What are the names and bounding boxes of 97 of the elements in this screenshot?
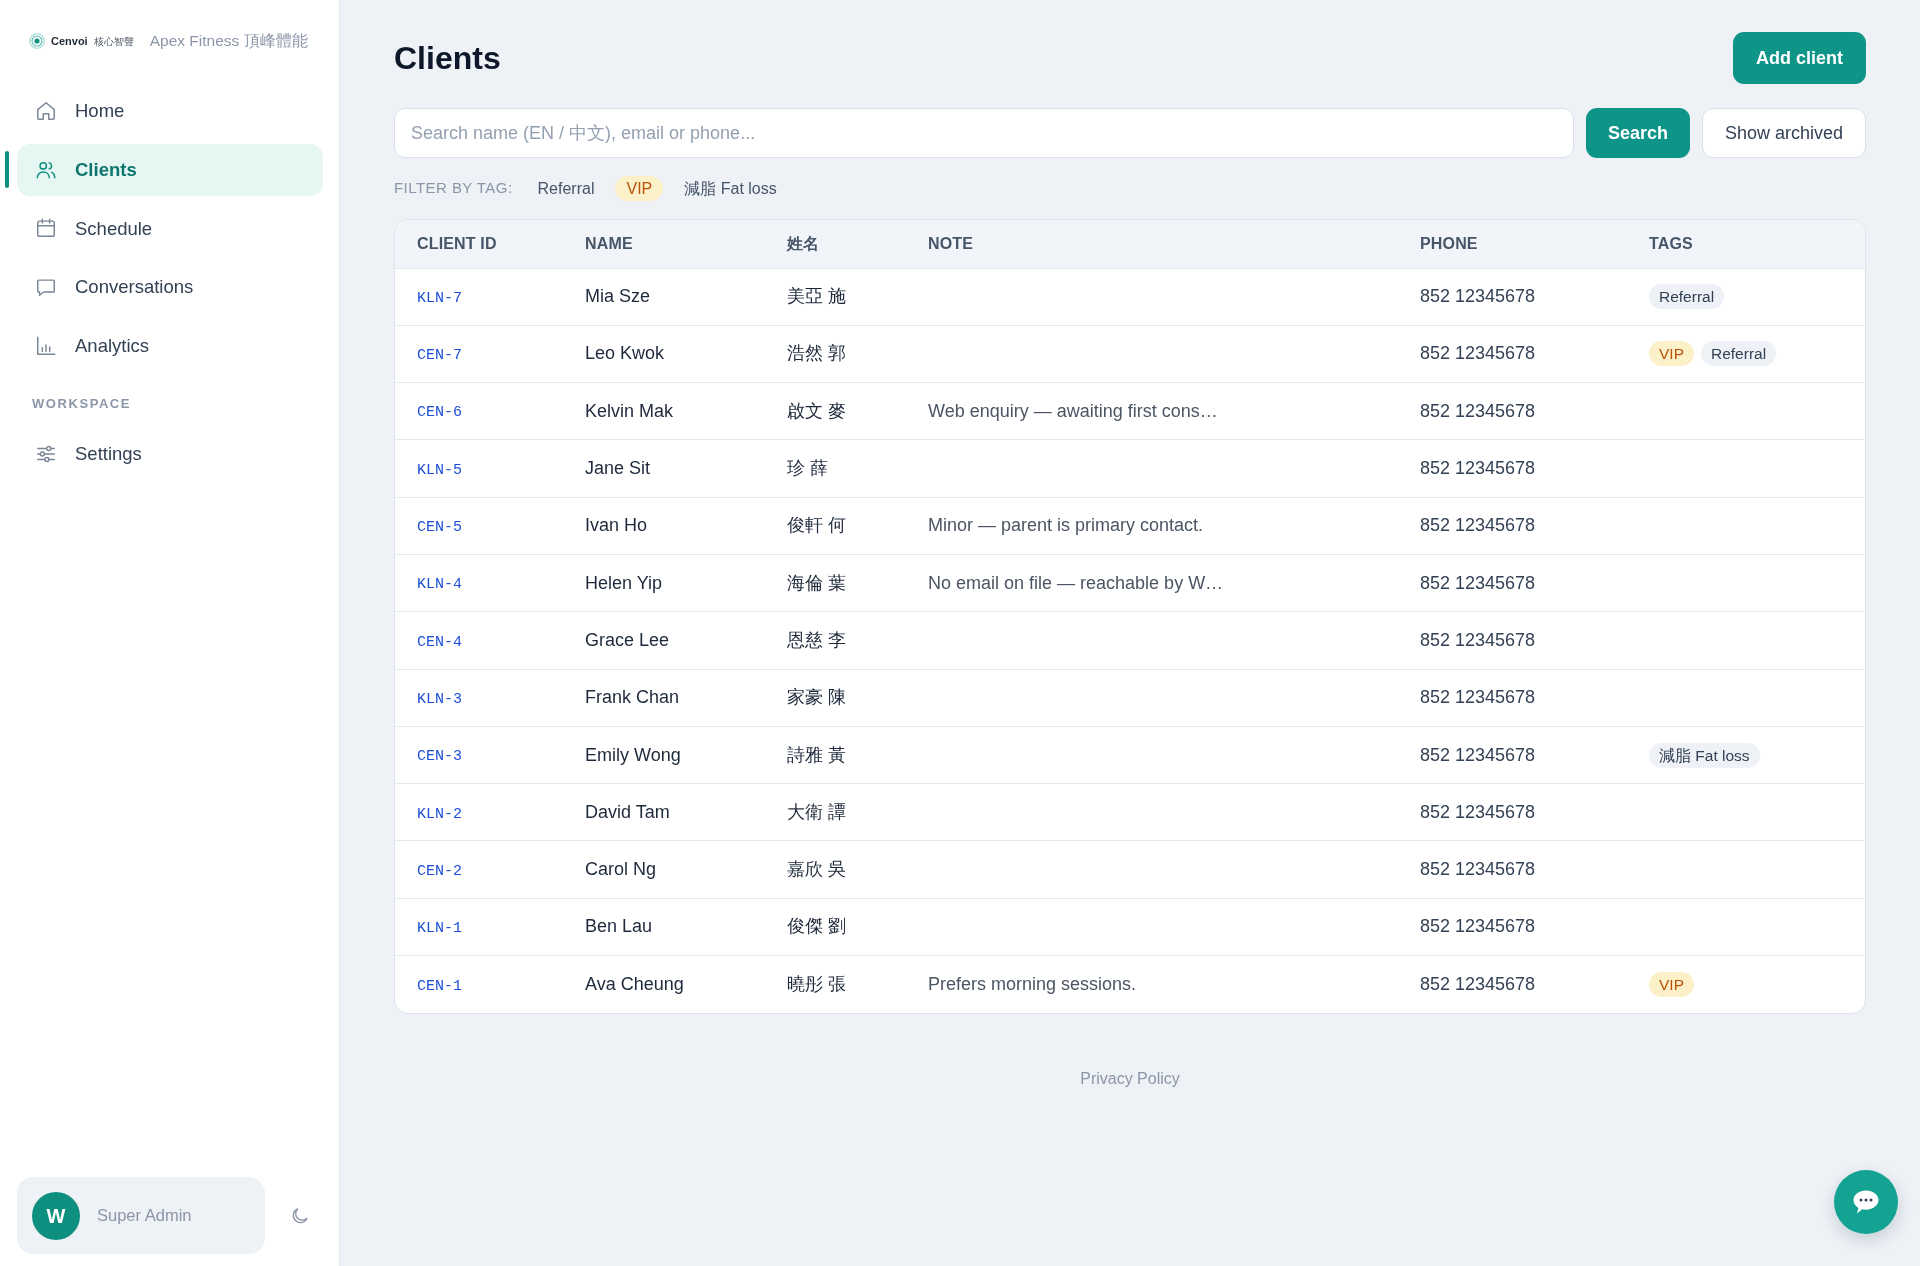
sidebar-item[interactable]: Conversations bbox=[17, 261, 323, 314]
table-cell: 嘉欣 吳 bbox=[765, 840, 906, 899]
sidebar-item[interactable]: Schedule bbox=[17, 202, 323, 255]
table-cell: 海倫 葉 bbox=[765, 554, 906, 612]
table-cell: 啟文 麥 bbox=[765, 382, 906, 440]
table-cell: 852 12345678 bbox=[1398, 840, 1627, 899]
chat-icon bbox=[35, 276, 57, 299]
table-cell: 曉彤 張 bbox=[765, 955, 906, 1013]
table-cell: 俊傑 劉 bbox=[765, 898, 906, 956]
signal-rings-logo-icon bbox=[29, 33, 45, 49]
sidebar-item[interactable]: Settings bbox=[17, 427, 323, 480]
search-field[interactable]: Search name (EN / 中文), email or phone... bbox=[394, 108, 1574, 158]
client-id-link[interactable]: CEN-4 bbox=[417, 633, 462, 651]
column-header: NOTE bbox=[906, 220, 1398, 268]
table-cell: 852 12345678 bbox=[1398, 268, 1627, 326]
table-cell: Helen Yip bbox=[563, 554, 765, 612]
table-cell: Ivan Ho bbox=[563, 497, 765, 555]
client-id-link[interactable]: CEN-3 bbox=[417, 748, 462, 766]
table-cell: 852 12345678 bbox=[1398, 669, 1627, 727]
column-header: NAME bbox=[563, 220, 765, 268]
client-id-link[interactable]: KLN-1 bbox=[417, 920, 462, 938]
table-cell: Leo Kwok bbox=[563, 325, 765, 383]
client-id-link[interactable]: KLN-3 bbox=[417, 690, 462, 708]
tag: VIP bbox=[1649, 971, 1694, 997]
table-cell: Ben Lau bbox=[563, 898, 765, 956]
table-cell: 珍 薛 bbox=[765, 439, 906, 498]
home-icon bbox=[35, 100, 57, 122]
table-cell: Frank Chan bbox=[563, 669, 765, 727]
table-cell: 詩雅 黃 bbox=[765, 726, 906, 784]
table-cell: 852 12345678 bbox=[1398, 382, 1627, 440]
table-cell: 家豪 陳 bbox=[765, 669, 906, 727]
page-title: Clients bbox=[394, 38, 501, 78]
user-avatar: W bbox=[32, 1191, 80, 1240]
sidebar-item[interactable]: Analytics bbox=[17, 319, 323, 372]
table-cell: 美亞 施 bbox=[765, 268, 906, 326]
table-cell: Emily Wong bbox=[563, 726, 765, 784]
client-id-link[interactable]: CEN-2 bbox=[417, 862, 462, 880]
user-profile-card[interactable]: W Super Admin bbox=[17, 1177, 265, 1254]
table-cell: No email on file — reachable by W… bbox=[906, 554, 1398, 612]
calendar-icon bbox=[35, 217, 57, 240]
column-header: PHONE bbox=[1398, 220, 1627, 268]
brand-name: Cenvoi bbox=[51, 33, 88, 49]
table-cell: Minor — parent is primary contact. bbox=[906, 497, 1398, 555]
speech-bubble-icon bbox=[1852, 1189, 1880, 1215]
table-cell: 852 12345678 bbox=[1398, 898, 1627, 956]
table-cell: Grace Lee bbox=[563, 611, 765, 670]
table-cell: Mia Sze bbox=[563, 268, 765, 326]
table-cell: 852 12345678 bbox=[1398, 611, 1627, 670]
table-cell: Web enquiry — awaiting first cons… bbox=[906, 382, 1398, 440]
client-id-link[interactable]: KLN-2 bbox=[417, 805, 462, 823]
table-cell: 恩慈 李 bbox=[765, 611, 906, 670]
sidebar-item[interactable]: Home bbox=[17, 85, 323, 137]
add-client-button[interactable]: Add client bbox=[1733, 32, 1866, 84]
column-header: TAGS bbox=[1627, 220, 1865, 268]
column-header: CLIENT ID bbox=[395, 220, 563, 268]
search-button[interactable]: Search bbox=[1586, 108, 1690, 158]
table-cell: 大衛 譚 bbox=[765, 783, 906, 841]
moon-icon bbox=[290, 1205, 310, 1226]
table-cell: 852 12345678 bbox=[1398, 554, 1627, 612]
table-cell: 浩然 郭 bbox=[765, 325, 906, 383]
client-id-link[interactable]: KLN-7 bbox=[417, 289, 462, 307]
table-cell: David Tam bbox=[563, 783, 765, 841]
table-cell: 852 12345678 bbox=[1398, 497, 1627, 555]
client-id-link[interactable]: CEN-6 bbox=[417, 404, 462, 422]
organization-name: Apex Fitness 頂峰體能 bbox=[149, 31, 308, 52]
table-cell: 俊軒 何 bbox=[765, 497, 906, 555]
brand-tagline: 核心智聲 bbox=[93, 34, 134, 49]
show-archived-button[interactable]: Show archived bbox=[1702, 108, 1866, 158]
tag: Referral bbox=[1701, 341, 1777, 367]
bar-chart-icon bbox=[35, 334, 57, 357]
client-id-link[interactable]: KLN-4 bbox=[417, 576, 462, 594]
table-cell: Carol Ng bbox=[563, 840, 765, 899]
client-id-link[interactable]: CEN-1 bbox=[417, 977, 462, 995]
table-cell: 852 12345678 bbox=[1398, 325, 1627, 383]
tag-filter-chip[interactable]: 減脂 Fat loss bbox=[673, 175, 788, 201]
tag-filter-chip[interactable]: VIP bbox=[615, 175, 664, 201]
tag-filter-chip[interactable]: Referral bbox=[526, 175, 606, 201]
chat-button[interactable] bbox=[1834, 1170, 1898, 1234]
table-cell: 852 12345678 bbox=[1398, 439, 1627, 498]
sidebar-item[interactable]: Clients bbox=[17, 143, 323, 196]
client-id-link[interactable]: KLN-5 bbox=[417, 461, 462, 479]
table-cell: Kelvin Mak bbox=[563, 382, 765, 440]
table-cell: Jane Sit bbox=[563, 439, 765, 498]
tag: VIP bbox=[1649, 341, 1694, 367]
table-cell: Prefers morning sessions. bbox=[906, 955, 1398, 1013]
tag: 減脂 Fat loss bbox=[1649, 742, 1760, 768]
client-id-link[interactable]: CEN-7 bbox=[417, 347, 462, 365]
column-header: 姓名 bbox=[765, 220, 906, 268]
table-cell: Ava Cheung bbox=[563, 955, 765, 1013]
table-cell: 852 12345678 bbox=[1398, 955, 1627, 1013]
tag: Referral bbox=[1649, 284, 1725, 310]
table-cell: 852 12345678 bbox=[1398, 783, 1627, 841]
section-heading: WORKSPACE bbox=[31, 395, 133, 414]
table-cell: 852 12345678 bbox=[1398, 726, 1627, 784]
client-id-link[interactable]: CEN-5 bbox=[417, 519, 462, 537]
filter-label: FILTER BY TAG: bbox=[394, 177, 513, 198]
user-name: Super Admin bbox=[97, 1205, 192, 1227]
